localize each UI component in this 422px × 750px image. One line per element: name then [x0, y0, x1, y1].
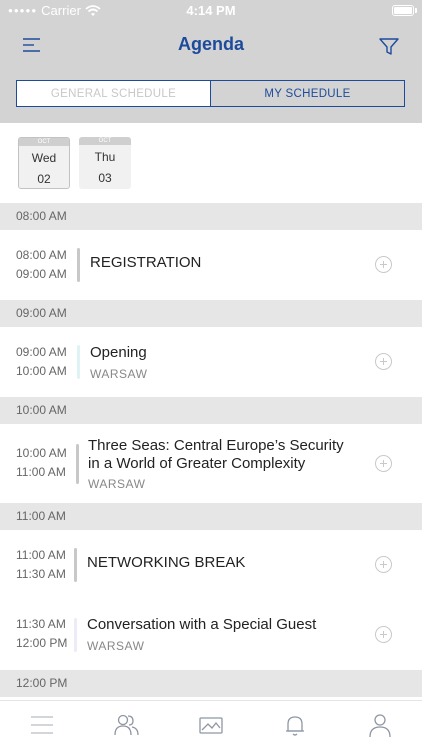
- bell-icon[interactable]: [281, 711, 309, 739]
- session-start-time: 11:00 AM: [16, 548, 66, 562]
- session-row[interactable]: 09:00 AM 10:00 AM Opening WARSAW: [0, 327, 422, 397]
- date-month: OCT: [79, 137, 131, 145]
- session-row[interactable]: 11:30 AM 12:00 PM Conversation with a Sp…: [0, 600, 422, 670]
- battery-icon: [392, 5, 414, 16]
- date-card-thu-03[interactable]: OCT Thu 03: [79, 137, 131, 189]
- add-to-schedule-icon[interactable]: [375, 455, 392, 472]
- tab-bar: [0, 700, 422, 750]
- date-day: Wed: [31, 151, 57, 165]
- session-title: Opening: [90, 344, 147, 361]
- session-color-bar: [77, 345, 80, 379]
- session-start-time: 10:00 AM: [16, 446, 67, 460]
- nav-bar: Agenda: [0, 22, 422, 70]
- session-row[interactable]: 10:00 AM 11:00 AM Three Seas: Central Eu…: [0, 424, 422, 503]
- add-to-schedule-icon[interactable]: [375, 256, 392, 273]
- session-color-bar: [76, 444, 79, 484]
- session-title: Three Seas: Central Europe’s Security in…: [88, 437, 344, 472]
- session-end-time: 11:00 AM: [16, 465, 66, 479]
- add-to-schedule-icon[interactable]: [375, 353, 392, 370]
- date-month: OCT: [19, 138, 69, 146]
- gallery-icon[interactable]: [197, 711, 225, 739]
- session-color-bar: [74, 618, 77, 652]
- add-to-schedule-icon[interactable]: [375, 556, 392, 573]
- session-end-time: 10:00 AM: [16, 364, 67, 378]
- hour-header: 11:00 AM: [0, 503, 422, 530]
- tab-general-schedule[interactable]: GENERAL SCHEDULE: [17, 81, 210, 106]
- session-location: WARSAW: [87, 639, 145, 653]
- clock: 4:14 PM: [186, 3, 236, 18]
- status-bar: ●●●●● Carrier 4:14 PM: [0, 0, 422, 22]
- profile-icon[interactable]: [366, 711, 394, 739]
- session-row[interactable]: 11:00 AM 11:30 AM NETWORKING BREAK: [0, 530, 422, 600]
- hour-header: 12:00 PM: [0, 670, 422, 697]
- session-title: REGISTRATION: [90, 254, 202, 271]
- date-selector: OCT Wed 02 OCT Thu 03: [0, 123, 422, 205]
- session-start-time: 09:00 AM: [16, 345, 67, 359]
- date-number: 02: [37, 172, 51, 186]
- session-title: Conversation with a Special Guest: [87, 616, 317, 633]
- date-number: 03: [98, 171, 112, 185]
- session-row[interactable]: 08:00 AM 09:00 AM REGISTRATION: [0, 230, 422, 300]
- add-to-schedule-icon[interactable]: [375, 626, 392, 643]
- session-end-time: 12:00 PM: [16, 636, 68, 650]
- session-location: WARSAW: [90, 367, 148, 381]
- people-icon[interactable]: [112, 711, 140, 739]
- schedule-toggle-area: GENERAL SCHEDULE MY SCHEDULE: [0, 70, 422, 123]
- schedule-segmented-control: GENERAL SCHEDULE MY SCHEDULE: [16, 80, 405, 107]
- tab-my-schedule[interactable]: MY SCHEDULE: [210, 81, 404, 106]
- session-end-time: 11:30 AM: [16, 567, 66, 581]
- page-title: Agenda: [177, 34, 244, 54]
- session-color-bar: [77, 248, 80, 282]
- session-start-time: 11:30 AM: [16, 617, 66, 631]
- date-day: Thu: [94, 150, 116, 164]
- hour-header: 10:00 AM: [0, 397, 422, 424]
- filter-icon[interactable]: [378, 35, 400, 57]
- session-end-time: 09:00 AM: [16, 267, 67, 281]
- session-location: WARSAW: [88, 477, 146, 491]
- session-color-bar: [74, 548, 77, 582]
- hour-header: 09:00 AM: [0, 300, 422, 327]
- list-icon[interactable]: [28, 711, 56, 739]
- session-title: NETWORKING BREAK: [87, 554, 246, 571]
- hour-header: 08:00 AM: [0, 203, 422, 230]
- date-card-wed-02[interactable]: OCT Wed 02: [18, 137, 70, 189]
- session-start-time: 08:00 AM: [16, 248, 67, 262]
